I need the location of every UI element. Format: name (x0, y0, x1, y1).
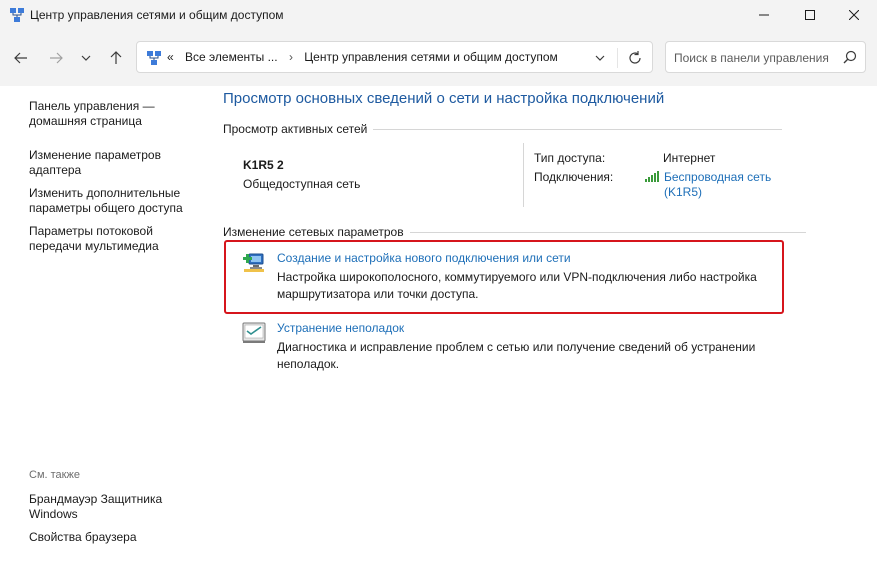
see-also-browser-properties[interactable]: Свойства браузера (29, 530, 194, 545)
close-icon (849, 10, 859, 20)
back-button[interactable] (10, 47, 32, 69)
section-divider (409, 231, 806, 233)
breadcrumb-overflow[interactable]: « (167, 50, 174, 64)
search-box[interactable] (665, 41, 866, 73)
highlight-box (224, 240, 784, 314)
see-also-heading: См. также (29, 469, 80, 481)
wireless-connection-link[interactable]: Беспроводная сеть (K1R5) (664, 170, 784, 200)
sidebar-item-adapter-settings[interactable]: Изменение параметров адаптера (29, 148, 194, 178)
sidebar-item-home[interactable]: Панель управления — домашняя страница (29, 99, 194, 129)
control-panel-icon (147, 51, 161, 65)
network-center-icon (10, 8, 24, 22)
breadcrumb-all-items[interactable]: Все элементы ... (185, 50, 278, 64)
section-divider (373, 128, 783, 130)
title-bar: Центр управления сетями и общим доступом (0, 0, 877, 30)
up-button[interactable] (105, 47, 127, 69)
maximize-button[interactable] (787, 0, 833, 30)
sidebar-item-sharing-settings[interactable]: Изменить дополнительные параметры общего… (29, 186, 194, 216)
connections-label: Подключения: (534, 170, 614, 184)
address-divider (617, 48, 618, 68)
arrow-up-icon (110, 51, 122, 64)
breadcrumb-network-center[interactable]: Центр управления сетями и общим доступом (304, 50, 558, 64)
search-icon[interactable] (843, 50, 857, 64)
left-pane: Панель управления — домашняя страница Из… (0, 86, 200, 564)
recent-locations-button[interactable] (75, 47, 97, 69)
minimize-button[interactable] (741, 0, 787, 30)
change-settings-section: Изменение сетевых параметров (223, 225, 806, 239)
wifi-signal-icon (645, 171, 659, 182)
maximize-icon (805, 10, 815, 20)
arrow-left-icon (14, 52, 27, 64)
troubleshoot-link[interactable]: Устранение неполадок (277, 321, 404, 335)
network-divider (523, 143, 524, 207)
close-button[interactable] (831, 0, 877, 30)
address-bar[interactable]: « Все элементы ... › Центр управления се… (136, 41, 653, 73)
troubleshoot-icon (242, 322, 266, 343)
breadcrumb: « Все элементы ... › Центр управления се… (167, 50, 558, 64)
access-type-label: Тип доступа: (534, 151, 606, 165)
task-troubleshoot: Устранение неполадок Диагностика и испра… (241, 321, 781, 377)
search-input[interactable] (674, 49, 834, 67)
page-title: Просмотр основных сведений о сети и наст… (223, 90, 665, 107)
arrow-right-icon (50, 52, 63, 64)
forward-button[interactable] (45, 47, 67, 69)
minimize-icon (759, 14, 769, 16)
network-name: K1R5 2 (243, 158, 284, 172)
access-type-value: Интернет (663, 151, 716, 165)
active-networks-section: Просмотр активных сетей (223, 122, 783, 136)
change-settings-heading: Изменение сетевых параметров (223, 225, 404, 239)
chevron-down-icon[interactable] (593, 51, 607, 65)
sidebar-item-media-streaming[interactable]: Параметры потоковой передачи мультимедиа (29, 224, 194, 254)
window-title: Центр управления сетями и общим доступом (30, 8, 284, 22)
active-networks-heading: Просмотр активных сетей (223, 122, 368, 136)
breadcrumb-separator[interactable]: › (289, 50, 293, 64)
troubleshoot-description: Диагностика и исправление проблем с сеть… (277, 340, 756, 371)
refresh-icon[interactable] (627, 50, 643, 66)
network-type: Общедоступная сеть (243, 177, 361, 191)
chevron-down-icon (81, 55, 91, 61)
see-also-firewall[interactable]: Брандмауэр Защитника Windows (29, 492, 194, 522)
